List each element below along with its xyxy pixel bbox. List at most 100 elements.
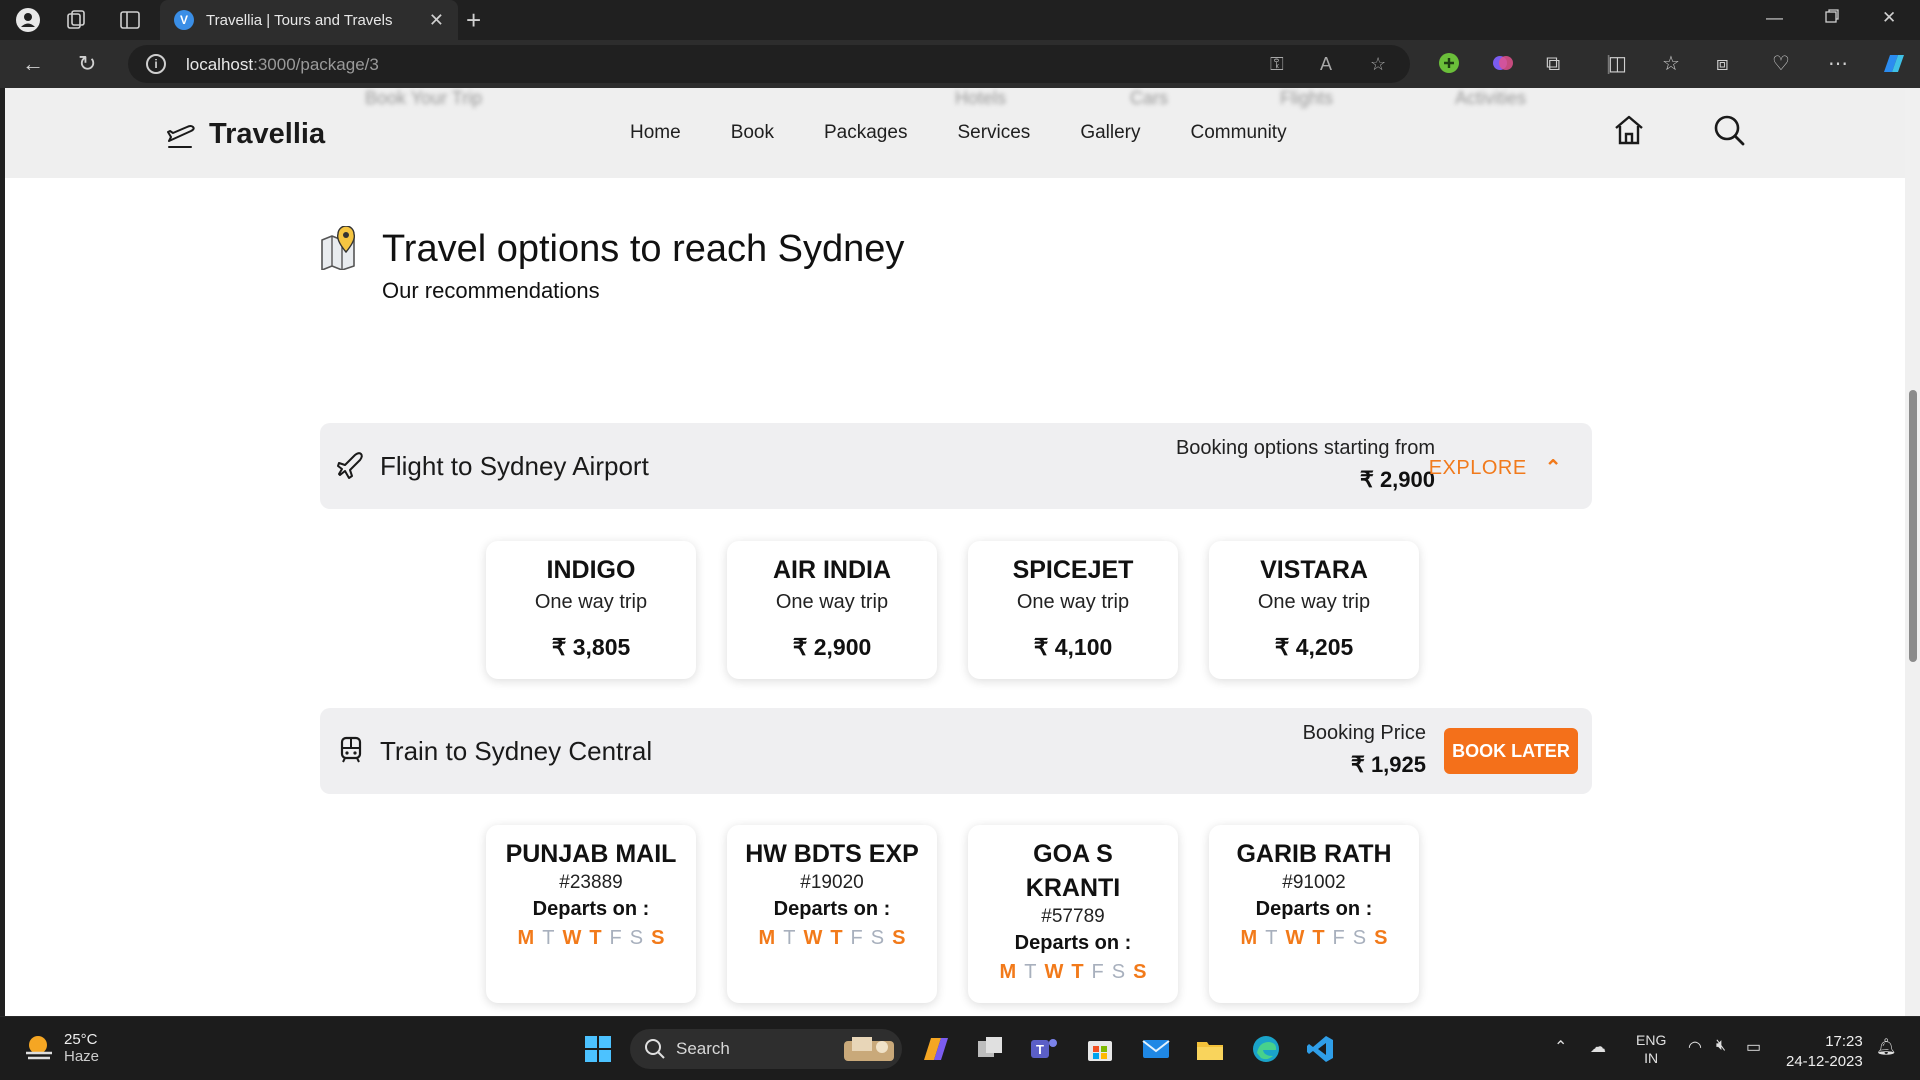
obscured-text: Activities xyxy=(1455,88,1527,108)
train-option-bar[interactable]: Train to Sydney Central Booking Price ₹ … xyxy=(320,708,1592,794)
refresh-icon[interactable]: ↻ xyxy=(78,52,96,76)
language-code: ENG xyxy=(1636,1032,1667,1048)
taskbar-search[interactable]: Search xyxy=(630,1029,902,1069)
key-icon[interactable]: ⚿ xyxy=(1270,54,1284,75)
fare-price: ₹ 3,805 xyxy=(551,634,631,660)
volume-muted-icon[interactable]: 🔇︎ xyxy=(1716,1037,1726,1055)
departure-days: MTWTFSS xyxy=(968,961,1178,984)
nav-home[interactable]: Home xyxy=(630,122,681,144)
day-inactive: S xyxy=(629,927,644,949)
train-card[interactable]: PUNJAB MAIL #23889 Departs on : MTWTFSS xyxy=(486,825,696,1003)
site-info-icon[interactable]: i xyxy=(146,54,166,74)
departure-days: MTWTFSS xyxy=(1209,927,1419,950)
clock[interactable]: 17:23 24-12-2023 xyxy=(1786,1032,1863,1072)
day-inactive: T xyxy=(1265,927,1278,949)
map-pin-icon xyxy=(321,226,356,270)
profile-icon[interactable] xyxy=(14,6,42,34)
day-active: M xyxy=(999,961,1017,983)
nav-services[interactable]: Services xyxy=(957,122,1030,144)
train-card[interactable]: GARIB RATH #91002 Departs on : MTWTFSS xyxy=(1209,825,1419,1003)
train-name: GARIB RATH xyxy=(1236,840,1392,868)
read-aloud-icon[interactable]: A xyxy=(1320,54,1332,75)
site-logo[interactable]: Travellia xyxy=(165,118,325,151)
train-price-label: Booking Price xyxy=(1302,722,1426,744)
fare-price: ₹ 4,100 xyxy=(1033,634,1113,660)
nav-packages[interactable]: Packages xyxy=(824,122,907,144)
workspaces-icon[interactable] xyxy=(62,6,90,34)
day-active: M xyxy=(758,927,776,949)
weather-widget[interactable]: 25°C Haze xyxy=(22,1031,99,1065)
day-active: M xyxy=(1240,927,1258,949)
obscured-text: Flights xyxy=(1280,88,1334,108)
start-icon[interactable] xyxy=(580,1031,616,1067)
fare-price: ₹ 4,205 xyxy=(1274,634,1354,660)
train-card[interactable]: GOA S KRANTI #57789 Departs on : MTWTFSS xyxy=(968,825,1178,1003)
copilot-app-icon[interactable] xyxy=(918,1031,954,1067)
close-tab-icon[interactable]: ✕ xyxy=(429,10,444,31)
close-window-icon[interactable]: ✕ xyxy=(1882,8,1896,28)
day-inactive: F xyxy=(1332,927,1345,949)
battery-icon[interactable]: ▭ xyxy=(1746,1037,1761,1057)
task-view-icon[interactable] xyxy=(972,1031,1008,1067)
explore-button[interactable]: EXPLORE ⌃ xyxy=(1429,455,1562,480)
home-icon[interactable] xyxy=(1611,112,1647,148)
departure-days: MTWTFSS xyxy=(486,927,696,950)
day-inactive: T xyxy=(542,927,555,949)
obscured-text: Cars xyxy=(1130,88,1169,108)
flight-card[interactable]: INDIGO One way trip ₹ 3,805 xyxy=(486,541,696,679)
new-tab-icon[interactable]: + xyxy=(466,6,481,34)
book-later-button[interactable]: BOOK LATER xyxy=(1444,728,1578,774)
nav-book[interactable]: Book xyxy=(731,122,774,144)
more-options-icon[interactable]: ⋯ xyxy=(1828,52,1848,76)
flight-price-label: Booking options starting from xyxy=(1175,437,1435,459)
region-code: IN xyxy=(1644,1050,1659,1066)
back-icon[interactable]: ← xyxy=(22,52,44,76)
train-card[interactable]: HW BDTS EXP #19020 Departs on : MTWTFSS xyxy=(727,825,937,1003)
extension-green-icon[interactable] xyxy=(1438,52,1460,80)
search-icon[interactable] xyxy=(1711,112,1747,148)
page-scrollbar[interactable] xyxy=(1905,88,1920,1016)
favorites-icon[interactable]: ☆ xyxy=(1662,52,1680,76)
train-name: HW BDTS EXP xyxy=(745,840,919,868)
favorite-star-icon[interactable]: ☆ xyxy=(1370,54,1386,75)
departs-label: Departs on : xyxy=(532,898,650,920)
edge-browser-icon[interactable] xyxy=(1248,1031,1284,1067)
file-explorer-icon[interactable] xyxy=(1192,1031,1228,1067)
performance-icon[interactable]: ♡ xyxy=(1772,52,1790,76)
onedrive-icon[interactable]: ☁ xyxy=(1590,1037,1606,1057)
collections-icon[interactable]: ⧈ xyxy=(1716,52,1729,76)
notifications-icon[interactable]: 🔔︎ xyxy=(1876,1037,1896,1057)
extensions-icon[interactable]: ⧉ xyxy=(1546,52,1560,76)
vertical-tabs-icon[interactable] xyxy=(116,6,144,34)
flight-card[interactable]: AIR INDIA One way trip ₹ 2,900 xyxy=(727,541,937,679)
tab-active[interactable]: V Travellia | Tours and Travels ✕ xyxy=(160,0,458,40)
departure-days: MTWTFSS xyxy=(727,927,937,950)
train-number: #23889 xyxy=(559,872,623,893)
language-indicator[interactable]: ENG IN xyxy=(1636,1031,1666,1067)
store-icon[interactable] xyxy=(1082,1031,1118,1067)
flight-option-bar[interactable]: Flight to Sydney Airport Booking options… xyxy=(320,423,1592,509)
copilot-icon[interactable] xyxy=(1880,52,1908,82)
extension-brain-icon[interactable] xyxy=(1492,52,1514,80)
address-bar[interactable]: i localhost:3000/package/3 ⚿ A ☆ xyxy=(128,45,1410,83)
split-screen-icon[interactable]: ◫ xyxy=(1608,52,1627,76)
mail-icon[interactable] xyxy=(1138,1031,1174,1067)
flight-card[interactable]: SPICEJET One way trip ₹ 4,100 xyxy=(968,541,1178,679)
scrollbar-thumb[interactable] xyxy=(1909,390,1917,662)
vscode-icon[interactable] xyxy=(1302,1031,1338,1067)
time: 17:23 xyxy=(1825,1033,1863,1050)
search-label: Search xyxy=(676,1039,730,1058)
nav-gallery[interactable]: Gallery xyxy=(1080,122,1140,144)
train-name: GOA S KRANTI xyxy=(1025,840,1121,902)
restore-icon[interactable] xyxy=(1824,8,1840,29)
teams-icon[interactable]: T xyxy=(1026,1031,1062,1067)
show-hidden-icons[interactable]: ⌃ xyxy=(1554,1037,1567,1057)
minimize-icon[interactable]: — xyxy=(1766,8,1783,28)
airline-name: INDIGO xyxy=(546,556,636,584)
train-name: PUNJAB MAIL xyxy=(505,840,677,868)
flight-card[interactable]: VISTARA One way trip ₹ 4,205 xyxy=(1209,541,1419,679)
url-text[interactable]: localhost:3000/package/3 xyxy=(186,55,379,75)
nav-community[interactable]: Community xyxy=(1191,122,1287,144)
departs-label: Departs on : xyxy=(1014,932,1132,954)
wifi-icon[interactable]: ◠ xyxy=(1688,1037,1702,1057)
